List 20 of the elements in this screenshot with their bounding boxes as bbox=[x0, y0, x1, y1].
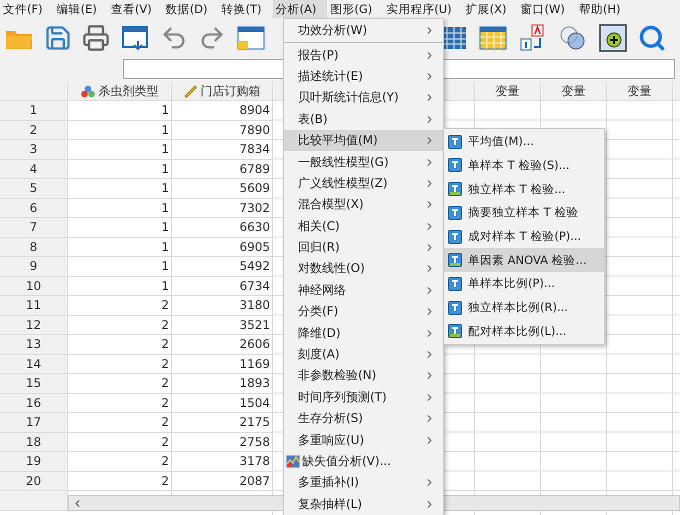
table-cell: 1 bbox=[68, 238, 172, 257]
table-cell: 2 bbox=[68, 432, 172, 452]
table-cell: 1 bbox=[68, 198, 172, 218]
table-cell: 2 bbox=[68, 335, 172, 354]
table-cell: 2 bbox=[68, 316, 172, 335]
table-cell: 1 bbox=[68, 218, 172, 238]
table-cell: 1 bbox=[68, 257, 172, 276]
table-cell: 1 bbox=[68, 101, 172, 120]
table-cell: 2 bbox=[68, 374, 172, 394]
table-cell: 1 bbox=[68, 140, 172, 160]
table-cell: 2 bbox=[68, 452, 172, 472]
table-cell: 2 bbox=[68, 394, 172, 413]
table-cell: 1 bbox=[68, 120, 172, 140]
table-cell: 1 bbox=[68, 179, 172, 198]
table-cell: 2 bbox=[68, 472, 172, 491]
table-cell: 2 bbox=[68, 296, 172, 316]
table-cell: 2 bbox=[68, 354, 172, 374]
table-cell: 2 bbox=[68, 413, 172, 432]
table-cell: 1 bbox=[68, 160, 172, 179]
table-cell: 1 bbox=[68, 276, 172, 296]
